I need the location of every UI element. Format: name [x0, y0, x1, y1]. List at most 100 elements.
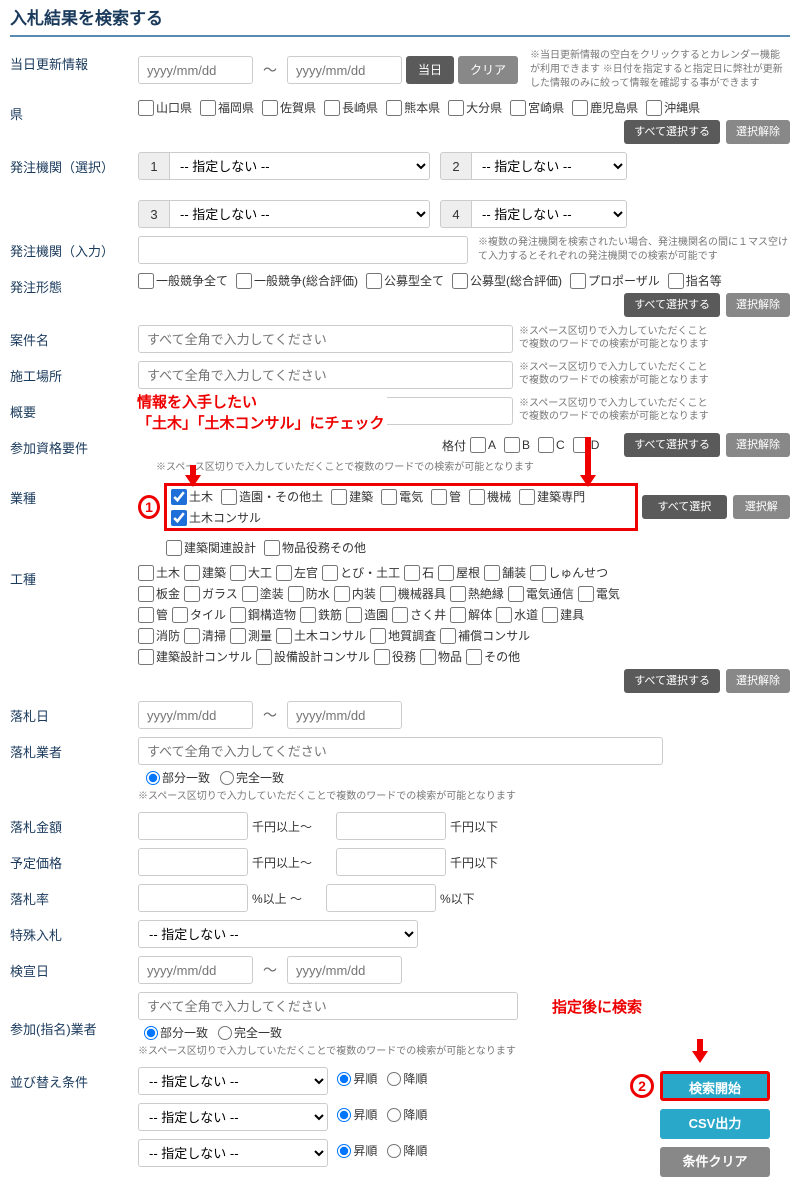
checkbox-管[interactable]	[431, 489, 447, 505]
sort2-desc[interactable]: 降順	[387, 1106, 427, 1123]
checkbox-地質調査[interactable]	[370, 628, 386, 644]
checkbox-沖縄県[interactable]	[646, 100, 662, 116]
bid-amount-from[interactable]	[138, 812, 248, 840]
checkbox-内装[interactable]	[334, 586, 350, 602]
bid-rate-to[interactable]	[326, 884, 436, 912]
search-button[interactable]: 検索開始	[660, 1071, 770, 1101]
adv-date-from[interactable]	[138, 956, 253, 984]
checkbox-解体[interactable]	[450, 607, 466, 623]
checkbox-役務[interactable]	[374, 649, 390, 665]
checkbox-塗装[interactable]	[242, 586, 258, 602]
checkbox-その他[interactable]	[466, 649, 482, 665]
checkbox-舗装[interactable]	[484, 565, 500, 581]
checkbox-建具[interactable]	[542, 607, 558, 623]
nominee-radio-exact[interactable]: 完全一致	[218, 1024, 282, 1041]
checkbox-土木[interactable]	[171, 489, 187, 505]
cond-clear-button[interactable]: 条件クリア	[660, 1147, 770, 1177]
checkbox-しゅんせつ[interactable]	[530, 565, 546, 581]
industry-deselect-button[interactable]: 選択解除	[733, 495, 790, 519]
checkbox-熊本県[interactable]	[386, 100, 402, 116]
checkbox-鹿児島県[interactable]	[572, 100, 588, 116]
checkbox-宮崎県[interactable]	[510, 100, 526, 116]
sort-select-1[interactable]: -- 指定しない --	[138, 1067, 328, 1095]
sort1-asc[interactable]: 昇順	[337, 1070, 377, 1087]
checkbox-防水[interactable]	[288, 586, 304, 602]
checkbox-ガラス[interactable]	[184, 586, 200, 602]
checkbox-プロポーザル[interactable]	[570, 273, 586, 289]
checkbox-物品[interactable]	[420, 649, 436, 665]
org-select-1[interactable]: -- 指定しない --	[170, 152, 430, 180]
case-input[interactable]	[138, 325, 513, 353]
worktype-deselect-button[interactable]: 選択解除	[726, 669, 790, 693]
checkbox-建築[interactable]	[331, 489, 347, 505]
checkbox-補償コンサル[interactable]	[440, 628, 456, 644]
checkbox-鋼構造物[interactable]	[230, 607, 246, 623]
qual-deselect-button[interactable]: 選択解除	[726, 433, 790, 457]
update-date-from[interactable]	[138, 56, 253, 84]
checkbox-屋根[interactable]	[438, 565, 454, 581]
sort-select-2[interactable]: -- 指定しない --	[138, 1103, 328, 1131]
bid-date-from[interactable]	[138, 701, 253, 729]
sort1-desc[interactable]: 降順	[387, 1070, 427, 1087]
checkbox-土木コンサル[interactable]	[171, 510, 187, 526]
bidder-radio-partial[interactable]: 部分一致	[146, 769, 210, 786]
org-select-3[interactable]: -- 指定しない --	[170, 200, 430, 228]
checkbox-さく井[interactable]	[392, 607, 408, 623]
checkbox-熱絶縁[interactable]	[450, 586, 466, 602]
checkbox-佐賀県[interactable]	[262, 100, 278, 116]
sort3-asc[interactable]: 昇順	[337, 1142, 377, 1159]
bid-amount-to[interactable]	[336, 812, 446, 840]
est-price-to[interactable]	[336, 848, 446, 876]
checkbox-一般競争(総合評価)[interactable]	[236, 273, 252, 289]
bidder-radio-exact[interactable]: 完全一致	[220, 769, 284, 786]
qual-select-all-button[interactable]: すべて選択する	[624, 433, 720, 457]
checkbox-清掃[interactable]	[184, 628, 200, 644]
checkbox-山口県[interactable]	[138, 100, 154, 116]
checkbox-大工[interactable]	[230, 565, 246, 581]
org-select-2[interactable]: -- 指定しない --	[472, 152, 627, 180]
org-select-4[interactable]: -- 指定しない --	[472, 200, 627, 228]
nominee-radio-partial[interactable]: 部分一致	[144, 1024, 208, 1041]
checkbox-C[interactable]	[538, 437, 554, 453]
checkbox-左官[interactable]	[276, 565, 292, 581]
sort-select-3[interactable]: -- 指定しない --	[138, 1139, 328, 1167]
update-date-to[interactable]	[287, 56, 402, 84]
checkbox-土木コンサル[interactable]	[276, 628, 292, 644]
sort3-desc[interactable]: 降順	[387, 1142, 427, 1159]
checkbox-設備設計コンサル[interactable]	[256, 649, 272, 665]
checkbox-機械器具[interactable]	[380, 586, 396, 602]
checkbox-公募型全て[interactable]	[366, 273, 382, 289]
clear-button[interactable]: クリア	[458, 56, 518, 84]
checkbox-水道[interactable]	[496, 607, 512, 623]
pref-select-all-button[interactable]: すべて選択する	[624, 120, 720, 144]
checkbox-とび・土工[interactable]	[322, 565, 338, 581]
place-input[interactable]	[138, 361, 513, 389]
checkbox-A[interactable]	[470, 437, 486, 453]
checkbox-造園[interactable]	[346, 607, 362, 623]
checkbox-B[interactable]	[504, 437, 520, 453]
form-select-all-button[interactable]: すべて選択する	[624, 293, 720, 317]
checkbox-造園・その他土[interactable]	[221, 489, 237, 505]
checkbox-一般競争全て[interactable]	[138, 273, 154, 289]
checkbox-管[interactable]	[138, 607, 154, 623]
bid-rate-from[interactable]	[138, 884, 248, 912]
special-select[interactable]: -- 指定しない --	[138, 920, 418, 948]
checkbox-福岡県[interactable]	[200, 100, 216, 116]
pref-deselect-button[interactable]: 選択解除	[726, 120, 790, 144]
checkbox-板金[interactable]	[138, 586, 154, 602]
checkbox-消防[interactable]	[138, 628, 154, 644]
checkbox-電気通信[interactable]	[508, 586, 524, 602]
checkbox-鉄筋[interactable]	[300, 607, 316, 623]
checkbox-建築関連設計[interactable]	[166, 540, 182, 556]
today-button[interactable]: 当日	[406, 56, 454, 84]
checkbox-公募型(総合評価)[interactable]	[452, 273, 468, 289]
checkbox-電気[interactable]	[381, 489, 397, 505]
est-price-from[interactable]	[138, 848, 248, 876]
checkbox-建築専門[interactable]	[519, 489, 535, 505]
csv-button[interactable]: CSV出力	[660, 1109, 770, 1139]
checkbox-測量[interactable]	[230, 628, 246, 644]
bid-date-to[interactable]	[287, 701, 402, 729]
nominee-input[interactable]	[138, 992, 518, 1020]
checkbox-タイル[interactable]	[172, 607, 188, 623]
checkbox-電気[interactable]	[578, 586, 594, 602]
